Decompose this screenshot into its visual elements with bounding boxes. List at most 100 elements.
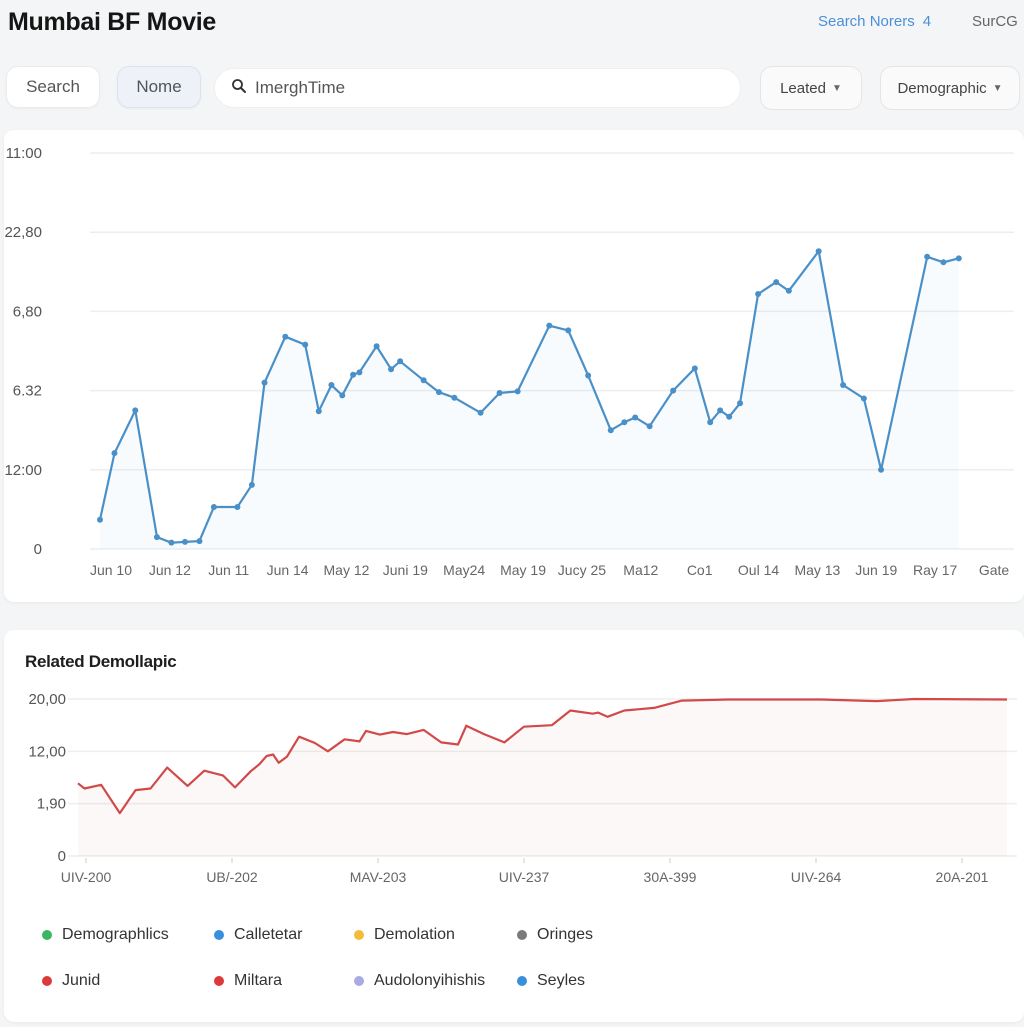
- data-point[interactable]: [111, 450, 118, 457]
- data-point[interactable]: [773, 279, 780, 286]
- data-point[interactable]: [785, 287, 792, 294]
- data-point[interactable]: [815, 248, 822, 255]
- user-menu[interactable]: SurCG: [972, 13, 1018, 30]
- data-point[interactable]: [940, 259, 947, 266]
- data-point[interactable]: [585, 372, 592, 379]
- data-point[interactable]: [546, 322, 553, 329]
- search-icon: [231, 78, 247, 99]
- data-point[interactable]: [168, 539, 175, 546]
- data-point[interactable]: [514, 388, 521, 395]
- legend-item[interactable]: Demographlics: [42, 926, 169, 944]
- data-point[interactable]: [302, 341, 309, 348]
- x-tick-label: Ray 17: [913, 562, 958, 578]
- legend-label: Calletetar: [234, 926, 303, 943]
- data-point[interactable]: [737, 400, 744, 407]
- data-point[interactable]: [755, 290, 762, 297]
- legend-label: Junid: [62, 972, 101, 989]
- y-tick-label: 20,00: [28, 691, 66, 708]
- demographic-dropdown[interactable]: Demographic ▼: [880, 66, 1020, 110]
- x-tick-label: Jun 14: [267, 562, 309, 578]
- data-point[interactable]: [860, 395, 867, 402]
- search-field[interactable]: [214, 68, 741, 108]
- x-tick-label: MAV-203: [350, 869, 407, 885]
- series-area: [100, 251, 959, 549]
- x-tick-label: Gate: [979, 562, 1010, 578]
- legend-item[interactable]: Oringes: [517, 926, 593, 944]
- data-point[interactable]: [670, 387, 677, 394]
- data-point[interactable]: [717, 407, 724, 414]
- x-tick-label: Jun 10: [90, 562, 132, 578]
- data-point[interactable]: [878, 466, 885, 473]
- data-point[interactable]: [132, 407, 139, 414]
- x-tick-label: May 13: [794, 562, 840, 578]
- legend-item[interactable]: Audolonyihishis: [354, 972, 485, 990]
- data-point[interactable]: [153, 534, 160, 541]
- data-point[interactable]: [97, 516, 103, 523]
- legend-item[interactable]: Seyles: [517, 972, 585, 990]
- legend-label: Demographlics: [62, 926, 169, 943]
- search-button[interactable]: Search: [6, 66, 100, 108]
- legend-label: Demolation: [374, 926, 455, 943]
- data-point[interactable]: [210, 504, 217, 511]
- data-point[interactable]: [356, 369, 363, 376]
- data-point[interactable]: [924, 253, 931, 260]
- data-point[interactable]: [955, 255, 962, 262]
- data-point[interactable]: [451, 394, 458, 401]
- data-point[interactable]: [339, 392, 346, 399]
- data-point[interactable]: [388, 366, 395, 373]
- page-title: Mumbai BF Movie: [8, 8, 217, 36]
- data-point[interactable]: [420, 377, 427, 384]
- chevron-down-icon: ▼: [831, 82, 842, 94]
- data-point[interactable]: [196, 538, 203, 545]
- data-point[interactable]: [248, 481, 255, 488]
- legend-item[interactable]: Junid: [42, 972, 100, 990]
- y-tick-label: 0: [34, 541, 42, 558]
- x-tick-label: UIV-264: [791, 869, 842, 885]
- legend-label: Oringes: [537, 926, 594, 943]
- x-tick-label: Oul 14: [738, 562, 779, 578]
- data-point[interactable]: [436, 389, 442, 396]
- data-point[interactable]: [840, 382, 847, 389]
- data-point[interactable]: [646, 423, 653, 430]
- legend-swatch: [42, 930, 52, 940]
- legend-swatch: [517, 930, 527, 940]
- data-point[interactable]: [607, 427, 614, 434]
- x-tick-label: Jucy 25: [558, 562, 606, 578]
- data-point[interactable]: [328, 382, 335, 389]
- data-point[interactable]: [621, 419, 628, 426]
- y-tick-label: 6.32: [13, 383, 42, 400]
- x-tick-label: Jun 11: [208, 562, 249, 578]
- legend-item[interactable]: Demolation: [354, 926, 455, 944]
- y-tick-label: 6,80: [13, 303, 42, 320]
- data-point[interactable]: [282, 333, 289, 340]
- data-point[interactable]: [707, 419, 714, 426]
- x-tick-label: Juni 19: [383, 562, 428, 578]
- legend-label: Miltara: [234, 972, 283, 989]
- data-point[interactable]: [496, 389, 503, 396]
- data-point[interactable]: [726, 413, 733, 420]
- data-point[interactable]: [565, 327, 572, 334]
- x-tick-label: Co1: [687, 562, 713, 578]
- search-norers-link[interactable]: Search Norers 4: [818, 13, 931, 30]
- data-point[interactable]: [261, 379, 268, 386]
- demographic-dropdown-label: Demographic: [897, 79, 987, 97]
- legend-item[interactable]: Miltara: [214, 972, 282, 990]
- y-tick-label: 12,00: [28, 743, 66, 760]
- y-tick-label: 1,90: [37, 796, 66, 813]
- leated-dropdown[interactable]: Leated ▼: [760, 66, 862, 110]
- data-point[interactable]: [181, 538, 188, 545]
- nome-button[interactable]: Nome: [117, 66, 201, 108]
- data-point[interactable]: [477, 409, 484, 416]
- data-point[interactable]: [350, 371, 357, 378]
- legend-swatch: [354, 976, 364, 986]
- search-input[interactable]: [253, 77, 717, 99]
- legend-swatch: [517, 976, 527, 986]
- data-point[interactable]: [632, 414, 639, 421]
- search-norers-label: Search Norers: [818, 13, 915, 30]
- data-point[interactable]: [234, 504, 241, 511]
- data-point[interactable]: [373, 343, 380, 350]
- legend-item[interactable]: Calletetar: [214, 926, 302, 944]
- data-point[interactable]: [397, 358, 404, 365]
- data-point[interactable]: [691, 365, 698, 372]
- data-point[interactable]: [315, 408, 322, 415]
